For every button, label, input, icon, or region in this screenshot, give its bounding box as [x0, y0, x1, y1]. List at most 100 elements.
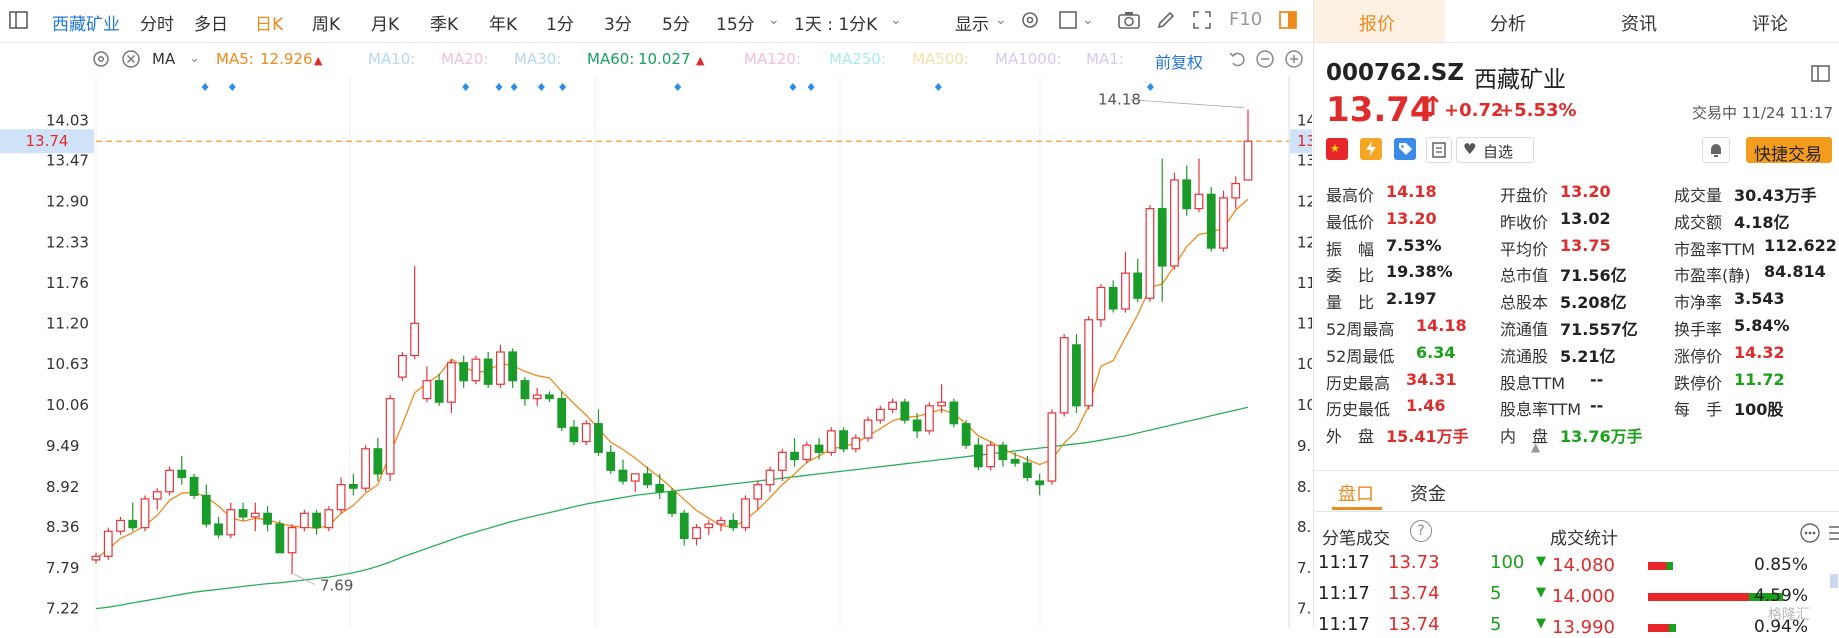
period-tab-week-k[interactable]: 周K: [312, 10, 340, 35]
candle-body: [581, 423, 591, 443]
candle: [299, 509, 309, 532]
scrollbar-thumb[interactable]: [1830, 574, 1838, 588]
display-chevron-down-icon[interactable]: ⌄: [995, 12, 1007, 28]
f10-button[interactable]: F10: [1229, 9, 1262, 30]
quick-trade-button[interactable]: 快捷交易: [1746, 137, 1832, 165]
quote-field-label: 总股本: [1500, 293, 1549, 313]
quote-field-label: 成交额: [1674, 212, 1723, 232]
candle: [851, 434, 861, 453]
tab-comments[interactable]: 评论: [1752, 10, 1788, 36]
candle-body: [888, 401, 897, 410]
sidebar-toggle-icon[interactable]: [8, 9, 30, 31]
candle: [116, 516, 125, 535]
period-tab-3min[interactable]: 3分: [604, 10, 632, 35]
candle: [1084, 316, 1094, 410]
fullscreen-icon[interactable]: [1191, 9, 1213, 31]
add-watchlist-button[interactable]: ♥ 自选: [1456, 137, 1534, 163]
display-menu[interactable]: 显示: [955, 10, 989, 35]
candle-body: [201, 494, 211, 525]
quote-field-value: 14.18: [1416, 316, 1467, 335]
candle-body: [998, 444, 1008, 461]
chart-style-icon[interactable]: [1057, 9, 1079, 31]
panel-toggle-icon[interactable]: [1277, 9, 1299, 31]
candle: [361, 445, 371, 492]
zoom-in-icon[interactable]: [1283, 48, 1305, 74]
tag-icon[interactable]: [1394, 138, 1416, 160]
candle: [765, 466, 775, 492]
candle: [459, 355, 469, 388]
candle: [496, 344, 505, 388]
candle-body: [1182, 179, 1192, 210]
period-tab-fenshi[interactable]: 分时: [140, 10, 174, 35]
quote-field-value: 30.43万手: [1734, 186, 1817, 205]
candle-body: [410, 322, 420, 357]
quote-field-label: 历史最高: [1326, 373, 1391, 393]
help-question-icon[interactable]: ?: [1410, 520, 1432, 542]
candle: [1206, 187, 1216, 252]
period-tab-day-k[interactable]: 日K: [255, 10, 283, 35]
ma-select-chevron-icon[interactable]: ⌄: [189, 51, 200, 66]
chart-style-chevron-icon[interactable]: ⌄: [1082, 12, 1094, 28]
candle: [937, 384, 947, 413]
y-tick-label-right: 12.90: [1297, 192, 1312, 210]
more-periods-chevron-icon[interactable]: ⌄: [768, 12, 780, 28]
collapse-chevron-up-icon[interactable]: ▲: [1531, 440, 1540, 454]
ma-indicator-select[interactable]: MA: [152, 50, 175, 68]
panel-menu-icon[interactable]: [1810, 64, 1832, 88]
candle: [826, 427, 836, 456]
list-view-icon[interactable]: [1827, 524, 1839, 546]
stat-percent: 4.59%: [1754, 586, 1809, 606]
candle-body: [814, 444, 824, 453]
period-tab-season-k[interactable]: 季K: [430, 10, 458, 35]
undo-icon[interactable]: [1227, 48, 1249, 74]
period-tab-duori[interactable]: 多日: [194, 10, 228, 35]
period-tab-month-k[interactable]: 月K: [371, 10, 399, 35]
adjust-mode-button[interactable]: 前复权: [1155, 49, 1203, 73]
candle-body: [275, 523, 285, 554]
lightning-icon[interactable]: [1360, 138, 1382, 160]
settings-gear-icon[interactable]: [1019, 9, 1041, 31]
draw-pencil-icon[interactable]: [1155, 9, 1177, 31]
ma-close-icon[interactable]: [120, 48, 142, 74]
y-tick-label-right: 9.49: [1297, 437, 1312, 455]
ma-settings-gear-icon[interactable]: [90, 48, 112, 74]
quote-field-value: 13.02: [1560, 208, 1611, 228]
quote-field-label: 最高价: [1326, 186, 1375, 205]
candle-body: [643, 473, 652, 486]
candle-body: [1121, 272, 1130, 310]
period-tab-5min[interactable]: 5分: [662, 10, 690, 35]
y-tick-label-left: 10.06: [46, 396, 89, 414]
tick-price: 13.74: [1388, 583, 1440, 604]
candle-body: [385, 397, 395, 475]
tab-order-book[interactable]: 盘口: [1338, 480, 1374, 506]
candle: [655, 473, 665, 499]
candle-body: [802, 444, 812, 461]
stock-name-tab[interactable]: 西藏矿业: [52, 10, 120, 35]
quote-field-label: 量 比: [1326, 293, 1375, 313]
candle-body: [851, 437, 861, 450]
more-options-icon[interactable]: [1799, 522, 1821, 548]
notes-icon[interactable]: [1426, 137, 1452, 163]
event-marker-diamond: [228, 83, 236, 91]
bell-icon[interactable]: [1702, 137, 1730, 163]
candle: [667, 488, 677, 517]
candle: [594, 409, 603, 456]
interval-chevron-down-icon[interactable]: ⌄: [890, 12, 902, 28]
candle-body: [1010, 458, 1020, 464]
interval-selector[interactable]: 1天 : 1分K: [794, 10, 877, 35]
candle: [973, 438, 983, 471]
candlestick-chart[interactable]: 13.74 13.74 14.03 14.03 13.47 13.47 12.90 12.9…: [0, 76, 1312, 628]
tab-quote[interactable]: 报价: [1359, 10, 1395, 36]
tab-analysis[interactable]: 分析: [1490, 10, 1526, 36]
zoom-out-icon[interactable]: [1254, 48, 1276, 74]
candle-body: [728, 519, 738, 529]
period-tab-year-k[interactable]: 年K: [489, 10, 517, 35]
tab-news[interactable]: 资讯: [1621, 10, 1657, 36]
candle: [1145, 205, 1155, 302]
period-tab-15min[interactable]: 15分: [716, 10, 755, 35]
screenshot-camera-icon[interactable]: [1117, 9, 1140, 31]
period-tab-1min[interactable]: 1分: [546, 10, 574, 35]
candle: [532, 387, 542, 406]
tab-capital-flow[interactable]: 资金: [1410, 480, 1446, 506]
quote-field-label: 外 盘: [1326, 427, 1375, 447]
